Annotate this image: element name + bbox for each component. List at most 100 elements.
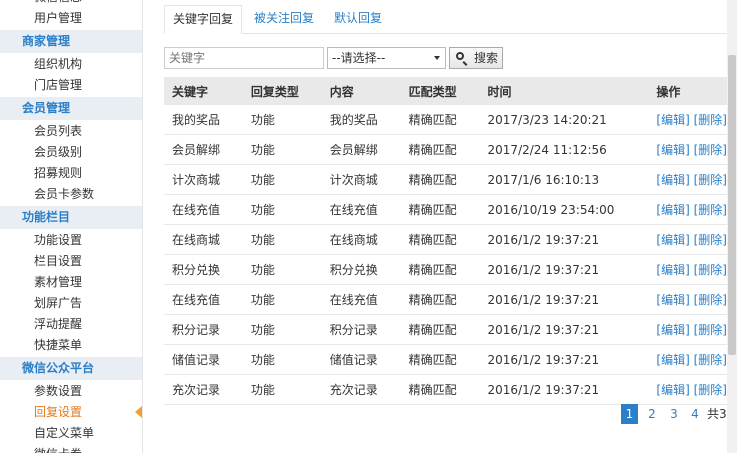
cell-content: 积分记录 xyxy=(321,314,401,345)
delete-link[interactable]: [删除] xyxy=(694,293,727,307)
sidebar-item[interactable]: 组织机构 xyxy=(0,54,142,75)
sidebar-item[interactable]: 招募规则 xyxy=(0,163,142,184)
sidebar-group-header[interactable]: 微信公众平台 xyxy=(0,357,142,380)
delete-link[interactable]: [删除] xyxy=(694,323,727,337)
sidebar-item[interactable]: 用户管理 xyxy=(0,8,142,29)
cell-reply-type: 功能 xyxy=(242,134,322,165)
cell-match-type: 精确匹配 xyxy=(400,374,480,405)
cell-content: 储值记录 xyxy=(321,344,401,375)
page-total: 共3 xyxy=(707,407,727,421)
cell-match-type: 精确匹配 xyxy=(400,105,480,135)
table-row: 我的奖品 功能 我的奖品 精确匹配 2017/3/23 14:20:21 [编辑] [删除… xyxy=(164,105,727,135)
sidebar-item[interactable]: 会员卡参数 xyxy=(0,184,142,205)
sidebar-item[interactable]: 划屏广告 xyxy=(0,293,142,314)
edit-link[interactable]: [编辑] xyxy=(656,353,689,367)
table-header-row: 关键字 回复类型 内容 匹配类型 时间 操作 xyxy=(164,77,727,105)
cell-reply-type: 功能 xyxy=(242,344,322,375)
edit-link[interactable]: [编辑] xyxy=(656,143,689,157)
sidebar-item[interactable]: 会员列表 xyxy=(0,121,142,142)
cell-time: 2016/10/19 23:54:00 xyxy=(479,194,649,225)
cell-content: 会员解绑 xyxy=(321,134,401,165)
sidebar-item[interactable]: 回复设置 xyxy=(0,402,142,423)
delete-link[interactable]: [删除] xyxy=(694,113,727,127)
cell-actions: [编辑] [删除] xyxy=(648,105,727,135)
delete-link[interactable]: [删除] xyxy=(694,143,727,157)
cell-keyword: 积分兑换 xyxy=(164,254,243,285)
table-row: 在线充值 功能 在线充值 精确匹配 2016/1/2 19:37:21 [编辑] [删除] xyxy=(164,284,727,315)
match-type-select[interactable]: --请选择-- xyxy=(327,47,446,69)
cell-reply-type: 功能 xyxy=(242,374,322,405)
sidebar-group-header[interactable]: 功能栏目 xyxy=(0,206,142,229)
cell-content: 在线商城 xyxy=(321,224,401,255)
scrollbar[interactable] xyxy=(727,0,737,453)
cell-match-type: 精确匹配 xyxy=(400,314,480,345)
cell-content: 在线充值 xyxy=(321,284,401,315)
cell-actions: [编辑] [删除] xyxy=(648,194,727,225)
page-1-button[interactable]: 1 xyxy=(621,404,638,424)
sidebar-item[interactable]: 功能设置 xyxy=(0,230,142,251)
cell-reply-type: 功能 xyxy=(242,224,322,255)
scrollbar-thumb[interactable] xyxy=(728,55,736,355)
cell-match-type: 精确匹配 xyxy=(400,344,480,375)
cell-time: 2016/1/2 19:37:21 xyxy=(479,344,649,375)
active-indicator-arrow xyxy=(135,406,142,418)
edit-link[interactable]: [编辑] xyxy=(656,233,689,247)
edit-link[interactable]: [编辑] xyxy=(656,173,689,187)
delete-link[interactable]: [删除] xyxy=(694,203,727,217)
delete-link[interactable]: [删除] xyxy=(694,263,727,277)
cell-keyword: 在线商城 xyxy=(164,224,243,255)
page-3-button[interactable]: 3 xyxy=(667,404,681,424)
sidebar-item[interactable]: 会员级别 xyxy=(0,142,142,163)
select-value: --请选择-- xyxy=(332,51,386,65)
edit-link[interactable]: [编辑] xyxy=(656,383,689,397)
table-row: 在线商城 功能 在线商城 精确匹配 2016/1/2 19:37:21 [编辑] [删除] xyxy=(164,224,727,255)
page-2-button[interactable]: 2 xyxy=(645,404,659,424)
sidebar-item[interactable]: 栏目设置 xyxy=(0,251,142,272)
sidebar-item[interactable]: 自定义菜单 xyxy=(0,423,142,444)
sidebar-item[interactable]: 素材管理 xyxy=(0,272,142,293)
cell-keyword: 充次记录 xyxy=(164,374,243,405)
cell-time: 2016/1/2 19:37:21 xyxy=(479,254,649,285)
sidebar-item[interactable]: 门店管理 xyxy=(0,75,142,96)
sidebar-item[interactable]: 参数设置 xyxy=(0,381,142,402)
col-actions: 操作 xyxy=(648,77,727,105)
edit-link[interactable]: [编辑] xyxy=(656,113,689,127)
delete-link[interactable]: [删除] xyxy=(694,383,727,397)
tab-default-reply[interactable]: 默认回复 xyxy=(334,5,382,32)
sidebar-item[interactable]: 浮动提醒 xyxy=(0,314,142,335)
sidebar-group-header[interactable]: 商家管理 xyxy=(0,30,142,53)
sidebar-group-header[interactable]: 会员管理 xyxy=(0,97,142,120)
edit-link[interactable]: [编辑] xyxy=(656,293,689,307)
tab-keyword-reply[interactable]: 关键字回复 xyxy=(164,5,243,34)
cell-actions: [编辑] [删除] xyxy=(648,224,727,255)
cell-time: 2016/1/2 19:37:21 xyxy=(479,284,649,315)
cell-actions: [编辑] [删除] xyxy=(648,134,727,165)
cell-actions: [编辑] [删除] xyxy=(648,314,727,345)
cell-time: 2017/1/6 16:10:13 xyxy=(479,164,649,195)
cell-reply-type: 功能 xyxy=(242,164,322,195)
cell-keyword: 会员解绑 xyxy=(164,134,243,165)
delete-link[interactable]: [删除] xyxy=(694,233,727,247)
sidebar-item[interactable]: 微信卡券 xyxy=(0,444,142,453)
delete-link[interactable]: [删除] xyxy=(694,173,727,187)
sidebar: 微信信息用户管理商家管理组织机构门店管理会员管理会员列表会员级别招募规则会员卡参… xyxy=(0,0,143,453)
search-button[interactable]: 搜索 xyxy=(449,47,503,69)
cell-content: 我的奖品 xyxy=(321,105,401,135)
cell-time: 2017/3/23 14:20:21 xyxy=(479,105,649,135)
delete-link[interactable]: [删除] xyxy=(694,353,727,367)
table-row: 储值记录 功能 储值记录 精确匹配 2016/1/2 19:37:21 [编辑] [删除] xyxy=(164,344,727,375)
table-row: 积分记录 功能 积分记录 精确匹配 2016/1/2 19:37:21 [编辑] [删除] xyxy=(164,314,727,345)
sidebar-item[interactable]: 微信信息 xyxy=(0,0,142,8)
cell-content: 积分兑换 xyxy=(321,254,401,285)
cell-keyword: 积分记录 xyxy=(164,314,243,345)
edit-link[interactable]: [编辑] xyxy=(656,263,689,277)
edit-link[interactable]: [编辑] xyxy=(656,203,689,217)
sidebar-item[interactable]: 快捷菜单 xyxy=(0,335,142,356)
cell-match-type: 精确匹配 xyxy=(400,254,480,285)
keyword-input[interactable] xyxy=(164,47,324,69)
tab-follow-reply[interactable]: 被关注回复 xyxy=(254,5,314,32)
page-4-button[interactable]: 4 xyxy=(688,404,702,424)
cell-reply-type: 功能 xyxy=(242,194,322,225)
edit-link[interactable]: [编辑] xyxy=(656,323,689,337)
table-row: 计次商城 功能 计次商城 精确匹配 2017/1/6 16:10:13 [编辑] [删除] xyxy=(164,164,727,195)
